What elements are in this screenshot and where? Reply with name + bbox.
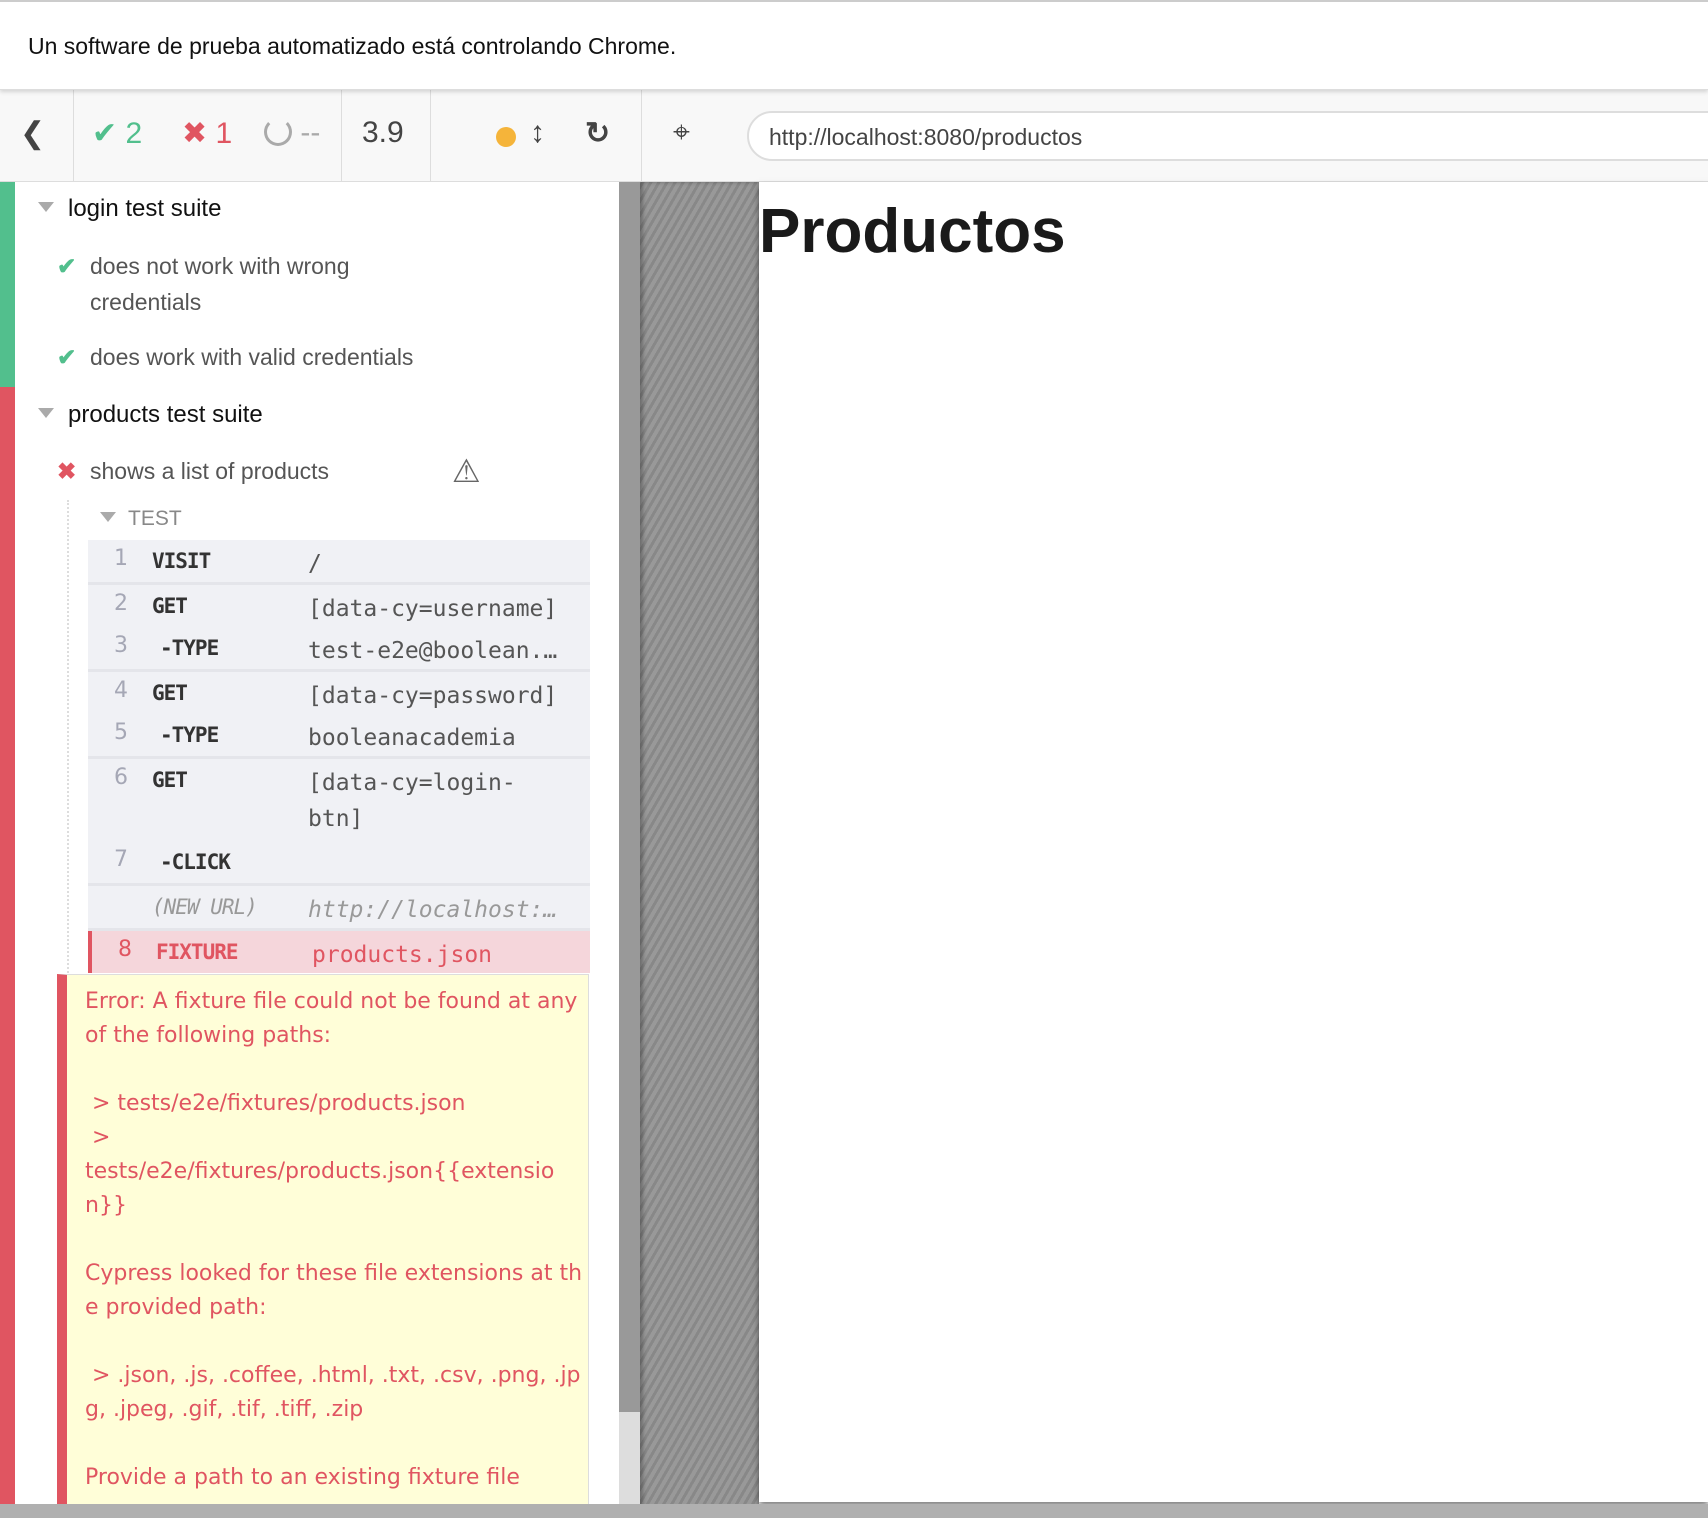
collapse-triangle-icon [100,512,116,522]
command-name: FIXTURE [156,940,239,964]
text: 1 [215,117,233,150]
auto-scroll-icon[interactable]: ↕ [530,116,545,150]
scrollbar-thumb[interactable] [619,182,640,1412]
text: -- [300,116,321,149]
command-row[interactable]: 7 -CLICK [88,841,590,883]
aut-background [640,182,759,1518]
x-icon: ✖ [57,458,77,484]
warning-icon[interactable]: ⚠ [452,452,481,490]
url-bar[interactable]: http://localhost:8080/productos [747,111,1708,161]
command-row[interactable]: 3 -TYPE test-e2e@boolean.… [88,627,590,669]
command-number: 5 [114,720,128,745]
text: products test suite [68,401,263,428]
reporter-toolbar: ❮ ✔ 2 ✖ 1 -- 3.9 ↕ ↻ ⌖ http://localhost:… [0,90,1708,182]
command-name: -CLICK [160,850,231,874]
text: does work with valid credentials [90,344,414,370]
check-icon: ✔ [57,253,77,279]
check-icon: ✔ [92,117,118,150]
command-message: booleanacademia [308,725,516,751]
reporter-scrollbar[interactable] [619,182,640,1518]
command-name: -TYPE [160,723,219,747]
command-row[interactable]: 4 GET [data-cy=password] [88,672,590,714]
automation-banner-text: Un software de prueba automatizado está … [28,33,677,59]
command-row[interactable]: 1 VISIT / [88,540,590,582]
automation-banner: Un software de prueba automatizado está … [0,0,1708,90]
command-number: 8 [118,937,132,962]
bottom-bar [0,1504,1708,1518]
selector-playground-crosshair-icon[interactable]: ⌖ [673,116,690,150]
collapse-triangle-icon [38,202,54,212]
command-name: GET [152,681,188,705]
command-name: VISIT [152,549,211,573]
page-heading: Productos [759,197,1066,266]
command-name: GET [152,768,188,792]
command-number: 4 [114,678,128,703]
text: shows a list of products [90,458,330,484]
text: does not work with wrong credentials [90,253,350,315]
command-message: [data-cy=password] [308,683,558,709]
command-message: http://localhost:… [308,897,558,923]
command-message: products.json [312,942,493,968]
collapse-triangle-icon [38,408,54,418]
command-name: -TYPE [160,636,219,660]
command-row[interactable]: 5 -TYPE booleanacademia [88,714,590,756]
command-number: 1 [114,546,128,571]
failed-suite-indicator [0,387,15,1518]
command-row[interactable]: 2 GET [data-cy=username] [88,585,590,627]
test-body-header[interactable]: TEST [100,507,182,531]
suite-products[interactable]: products test suite [38,401,263,429]
command-row-failed[interactable]: 8 FIXTURE products.json [88,931,590,973]
spinner-icon [264,118,292,146]
text: 2 [125,117,143,150]
running-dot-icon [496,127,516,147]
duration: 3.9 [362,116,404,149]
command-list: 1 VISIT / 2 GET [data-cy=username] 3 -TYPE tes… [88,540,590,973]
failed-count: ✖ 1 [182,116,232,151]
command-message: [data-cy=username] [308,596,558,622]
command-number: 2 [114,591,128,616]
suite-login[interactable]: login test suite [38,195,221,223]
command-message: / [308,551,322,577]
pending-count: -- [264,116,320,150]
command-number: 7 [114,847,128,872]
check-icon: ✔ [57,344,77,370]
command-number: 6 [114,765,128,790]
command-log-panel: login test suite ✔ does not work with wro… [0,182,619,1518]
command-message: [data-cy=login-btn] [308,770,516,832]
reload-icon[interactable]: ↻ [585,116,610,151]
text: TEST [128,507,182,530]
command-row[interactable]: 6 GET [data-cy=login-btn] [88,759,590,841]
text: login test suite [68,195,222,222]
app-under-test-frame: Productos [759,182,1708,1502]
x-icon: ✖ [182,117,208,150]
command-number: 3 [114,633,128,658]
command-name: (NEW URL) [152,895,258,919]
error-message: Error: A fixture file could not be found… [57,974,589,1518]
back-chevron-icon[interactable]: ❮ [20,116,45,151]
new-url-row[interactable]: (NEW URL) http://localhost:… [88,886,590,928]
command-name: GET [152,594,188,618]
passed-suite-indicator [0,182,15,387]
passed-count: ✔ 2 [92,116,142,151]
command-message: test-e2e@boolean.… [308,638,558,664]
